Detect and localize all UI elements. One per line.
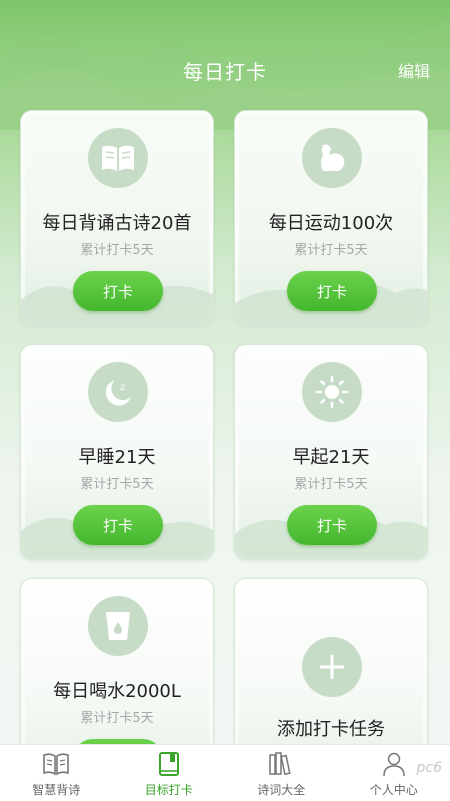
- card-title: 每日背诵古诗20首: [21, 209, 213, 235]
- tab-label: 目标打卡: [113, 781, 226, 798]
- tab-goal-checkin[interactable]: 目标打卡: [113, 745, 226, 801]
- card-streak: 累计打卡5天: [21, 707, 213, 726]
- moon-icon: z: [88, 362, 148, 422]
- card-title: 早睡21天: [21, 443, 213, 469]
- card-title: 早起21天: [235, 443, 427, 469]
- notebook-icon: [155, 750, 183, 778]
- checkin-card-exercise: 每日运动100次 累计打卡5天 打卡: [234, 110, 428, 326]
- tab-poetry-recite[interactable]: 智慧背诗: [0, 745, 113, 801]
- checkin-button[interactable]: 打卡: [73, 505, 163, 545]
- muscle-icon: [302, 128, 362, 188]
- checkin-button[interactable]: 打卡: [287, 505, 377, 545]
- checkin-button[interactable]: 打卡: [287, 271, 377, 311]
- tab-label: 诗词大全: [225, 781, 338, 798]
- card-streak: 累计打卡5天: [235, 473, 427, 492]
- tab-label: 智慧背诗: [0, 781, 113, 798]
- svg-text:z: z: [120, 382, 125, 393]
- add-checkin-card[interactable]: 添加打卡任务: [234, 578, 428, 744]
- checkin-card-wake: 早起21天 累计打卡5天 打卡: [234, 344, 428, 560]
- books-icon: [267, 750, 295, 778]
- book-open-icon: [42, 750, 70, 778]
- checkin-card-water: 每日喝水2000L 累计打卡5天 打卡: [20, 578, 214, 744]
- book-icon: [88, 128, 148, 188]
- add-task-label: 添加打卡任务: [235, 715, 427, 741]
- card-title: 每日运动100次: [235, 209, 427, 235]
- tab-label: 个人中心: [338, 781, 450, 798]
- checkin-button[interactable]: 打卡: [73, 271, 163, 311]
- watermark: pc6: [417, 760, 443, 776]
- card-streak: 累计打卡5天: [21, 239, 213, 258]
- card-title: 每日喝水2000L: [21, 677, 213, 703]
- plus-icon[interactable]: [302, 637, 362, 697]
- checkin-grid: 每日背诵古诗20首 累计打卡5天 打卡 每日运动100次 累计打卡5天 打卡 z…: [0, 0, 450, 744]
- card-streak: 累计打卡5天: [235, 239, 427, 258]
- sun-icon: [302, 362, 362, 422]
- card-streak: 累计打卡5天: [21, 473, 213, 492]
- checkin-card-poetry: 每日背诵古诗20首 累计打卡5天 打卡: [20, 110, 214, 326]
- person-icon: [380, 750, 408, 778]
- water-cup-icon: [88, 596, 148, 656]
- bottom-tab-bar: 智慧背诗 目标打卡 诗词大全 个人中心: [0, 744, 450, 801]
- checkin-card-sleep: z 早睡21天 累计打卡5天 打卡: [20, 344, 214, 560]
- tab-poetry-library[interactable]: 诗词大全: [225, 745, 338, 801]
